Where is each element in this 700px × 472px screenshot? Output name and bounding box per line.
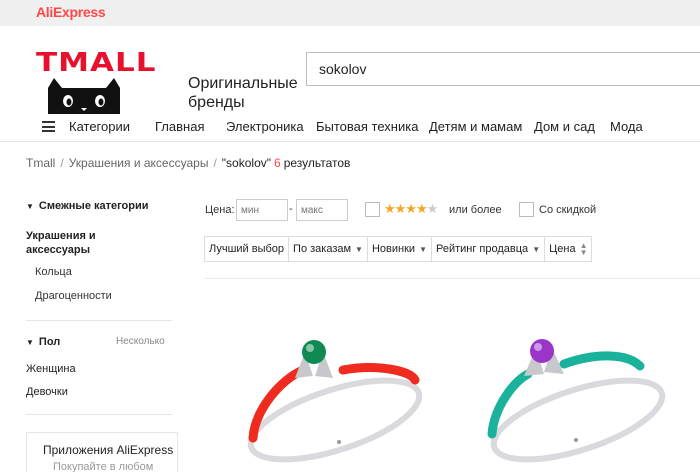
category-jewelry-line-1: Украшения и: [26, 230, 96, 242]
breadcrumb-query: "sokolov": [221, 156, 272, 170]
rating-stars-icon: ★★★★★: [384, 201, 438, 216]
sort-by-orders[interactable]: По заказам ▼: [289, 237, 368, 261]
nav-item-appliances[interactable]: Бытовая техника: [316, 119, 418, 134]
sort-seller-rating[interactable]: Рейтинг продавца ▼: [431, 237, 546, 261]
sort-orders-label: По заказам: [293, 243, 352, 255]
price-label: Цена:: [205, 204, 235, 216]
sort-bar: Лучший выбор По заказам ▼ Новинки ▼ Рейтин…: [204, 236, 593, 262]
caret-down-icon: ▼: [26, 202, 34, 211]
related-categories-label: Смежные категории: [38, 200, 149, 212]
gender-title[interactable]: ▼ Пол: [26, 336, 60, 348]
subcategory-precious[interactable]: Драгоценности: [35, 290, 112, 302]
top-bar: AliExpress: [0, 0, 700, 26]
rating-checkbox[interactable]: [365, 202, 380, 217]
related-categories-title[interactable]: ▼ Смежные категории: [26, 200, 149, 212]
ring-image: [247, 340, 423, 463]
subcategory-rings[interactable]: Кольца: [35, 266, 72, 278]
brands-line-2: бренды: [188, 94, 245, 111]
breadcrumb-tmall[interactable]: Tmall: [26, 156, 55, 170]
sort-best-choice[interactable]: Лучший выбор: [205, 237, 290, 261]
price-dash: -: [289, 203, 293, 215]
sort-updown-icon: ▲ ▼: [579, 241, 588, 257]
filter-bar: Цена: - ★★★★★ или более Со скидкой: [205, 199, 685, 223]
product-card[interactable]: [478, 330, 678, 472]
app-promo-box[interactable]: Приложения AliExpress Покупайте в любом: [26, 432, 178, 472]
nav-item-home[interactable]: Главная: [155, 119, 204, 134]
sort-best-label: Лучший выбор: [209, 243, 285, 255]
caret-down-icon: ▼: [532, 244, 541, 254]
app-promo-title: Приложения AliExpress: [43, 443, 174, 457]
gender-option-woman[interactable]: Женщина: [26, 363, 76, 375]
category-jewelry-line-2: аксессуары: [26, 244, 91, 256]
sort-new[interactable]: Новинки ▼: [367, 237, 432, 261]
breadcrumb-jewelry[interactable]: Украшения и аксессуары: [69, 156, 209, 170]
price-min-input[interactable]: [236, 199, 288, 221]
gender-multi-select[interactable]: Несколько: [116, 336, 165, 347]
category-jewelry[interactable]: Украшения и аксессуары: [26, 229, 96, 257]
sidebar-divider: [26, 320, 172, 321]
hamburger-icon[interactable]: [42, 121, 55, 132]
aliexpress-logo[interactable]: AliExpress: [36, 4, 106, 20]
caret-down-icon: ▼: [355, 244, 363, 254]
sidebar-divider: [26, 414, 172, 415]
breadcrumb: Tmall / Украшения и аксессуары / "sokolov" 6 р…: [26, 156, 351, 170]
content-divider: [204, 278, 700, 279]
gender-label: Пол: [38, 336, 61, 348]
sort-new-label: Новинки: [371, 243, 416, 255]
sort-seller-rating-label: Рейтинг продавца: [435, 243, 529, 255]
original-brands-label: Оригинальные бренды: [188, 74, 298, 112]
nav-item-kids[interactable]: Детям и мамам: [429, 119, 522, 134]
caret-down-icon: ▼: [419, 244, 427, 254]
brands-line-1: Оригинальные: [188, 75, 298, 92]
results-label: результатов: [283, 156, 351, 170]
ring-image: [487, 339, 666, 463]
tmall-cat-icon: [48, 78, 120, 114]
nav-item-fashion[interactable]: Мода: [610, 119, 643, 134]
discount-checkbox[interactable]: [519, 202, 534, 217]
discount-label: Со скидкой: [539, 204, 597, 216]
caret-down-icon: ▼: [26, 338, 34, 347]
search-input[interactable]: [306, 52, 700, 86]
product-card[interactable]: [235, 330, 435, 472]
app-promo-subtitle: Покупайте в любом: [53, 461, 154, 472]
nav-item-home-garden[interactable]: Дом и сад: [534, 119, 595, 134]
nav-categories[interactable]: Категории: [69, 119, 130, 134]
nav-item-electronics[interactable]: Электроника: [226, 119, 304, 134]
tmall-logo[interactable]: TMALL: [36, 48, 156, 114]
gender-option-girls[interactable]: Девочки: [26, 386, 68, 398]
price-max-input[interactable]: [296, 199, 348, 221]
rating-label: или более: [449, 204, 502, 216]
sort-price[interactable]: Цена ▲ ▼: [545, 237, 592, 261]
sort-price-label: Цена: [549, 243, 576, 255]
results-count: 6: [274, 156, 281, 170]
category-nav: Категории Главная Электроника Бытовая те…: [0, 112, 700, 142]
